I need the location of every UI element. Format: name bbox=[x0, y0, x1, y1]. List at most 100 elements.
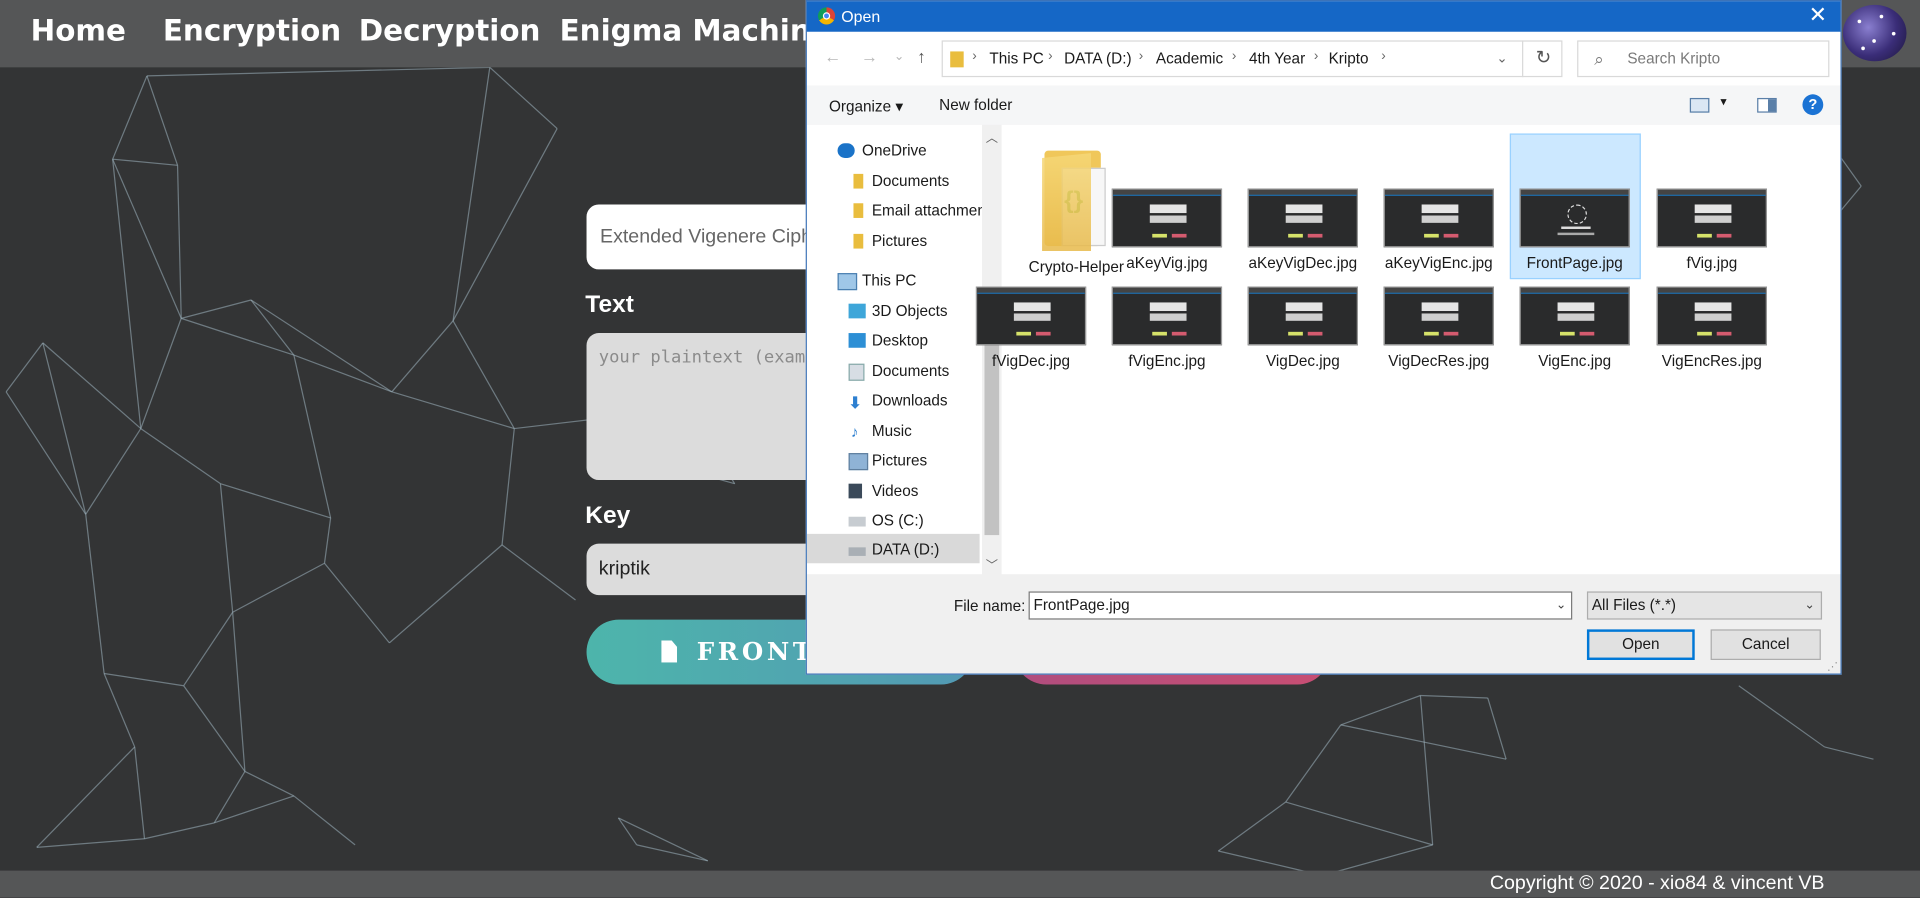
breadcrumb-this-pc[interactable]: This PC bbox=[989, 50, 1043, 67]
page: Home Encryption Decryption Enigma Machin… bbox=[0, 0, 1920, 898]
file-name-label: File name: bbox=[953, 597, 1026, 615]
file-name: aKeyVigEnc.jpg bbox=[1384, 254, 1493, 272]
organize-button[interactable]: Organize ▾ bbox=[829, 97, 903, 115]
back-icon[interactable]: ← bbox=[824, 47, 841, 67]
image-thumbnail bbox=[1247, 286, 1358, 346]
nav-this-pc[interactable]: This PC bbox=[837, 272, 916, 291]
nav-enigma-machine[interactable]: Enigma Machine bbox=[560, 13, 831, 47]
chevron-down-icon[interactable]: ⌄ bbox=[1496, 50, 1507, 66]
nav-downloads[interactable]: ⬇ Downloads bbox=[849, 392, 948, 412]
chevron-down-icon[interactable]: ﹀ bbox=[986, 555, 998, 573]
network-line bbox=[214, 795, 295, 824]
footer: Copyright © 2020 - xio84 & vincent VB bbox=[0, 870, 1920, 898]
file-item[interactable]: VigEncRes.jpg bbox=[1647, 286, 1777, 370]
nav-label: Email attachmen bbox=[871, 202, 983, 220]
cancel-button[interactable]: Cancel bbox=[1710, 629, 1821, 661]
network-line bbox=[1340, 694, 1421, 726]
nav-documents[interactable]: Documents bbox=[848, 362, 949, 381]
network-line bbox=[183, 685, 246, 772]
nav-onedrive-pictures[interactable]: Pictures bbox=[853, 233, 927, 250]
nav-email-attachments[interactable]: Email attachmen bbox=[853, 202, 983, 220]
file-item[interactable]: fVig.jpg bbox=[1647, 188, 1777, 272]
file-item[interactable]: aKeyVigEnc.jpg bbox=[1374, 188, 1504, 272]
network-line bbox=[112, 159, 142, 429]
image-thumbnail bbox=[975, 286, 1087, 346]
chevron-down-icon[interactable]: ⌄ bbox=[1556, 593, 1566, 619]
nav-encryption[interactable]: Encryption bbox=[163, 13, 341, 47]
refresh-icon[interactable]: ↻ bbox=[1522, 40, 1564, 78]
nav-decryption[interactable]: Decryption bbox=[359, 13, 541, 47]
network-line bbox=[232, 612, 246, 772]
open-button[interactable]: Open bbox=[1586, 629, 1695, 661]
file-item[interactable]: aKeyVigDec.jpg bbox=[1238, 188, 1368, 272]
recent-locations-icon[interactable]: ⌄ bbox=[894, 50, 904, 63]
network-line bbox=[388, 544, 503, 644]
plaintext-textarea[interactable]: your plaintext (example bbox=[586, 333, 832, 481]
nav-label: Documents bbox=[871, 172, 950, 190]
network-line bbox=[85, 514, 105, 674]
address-bar[interactable]: › This PC › DATA (D:) › Academic › 4th Y… bbox=[941, 40, 1563, 78]
nav-os-c[interactable]: OS (C:) bbox=[848, 512, 924, 529]
close-icon[interactable]: ✕ bbox=[1809, 2, 1827, 28]
breadcrumb-data-d[interactable]: DATA (D:) bbox=[1064, 50, 1131, 67]
new-folder-button[interactable]: New folder bbox=[939, 97, 1012, 114]
copyright-text: Copyright © 2020 - xio84 & vincent VB bbox=[1489, 873, 1825, 894]
nav-home[interactable]: Home bbox=[31, 13, 126, 47]
help-icon[interactable]: ? bbox=[1802, 94, 1824, 116]
network-line bbox=[103, 673, 136, 748]
file-item[interactable]: FrontPage.jpg bbox=[1510, 188, 1640, 272]
resize-grip-icon[interactable]: ⋰ bbox=[1827, 660, 1838, 673]
nav-onedrive-documents[interactable]: Documents bbox=[853, 172, 950, 190]
chevron-up-icon[interactable]: ︿ bbox=[986, 127, 998, 145]
view-icon[interactable] bbox=[1689, 97, 1710, 113]
file-item[interactable]: VigDecRes.jpg bbox=[1374, 286, 1504, 370]
folder-icon bbox=[950, 51, 964, 68]
view-dropdown-icon[interactable]: ▾ bbox=[1720, 96, 1726, 109]
file-icon bbox=[661, 640, 678, 663]
nav-onedrive[interactable]: OneDrive bbox=[837, 142, 927, 159]
key-input[interactable]: kriptik bbox=[586, 543, 832, 596]
nav-videos[interactable]: Videos bbox=[848, 482, 918, 500]
nav-desktop[interactable]: Desktop bbox=[848, 331, 928, 349]
breadcrumb-academic[interactable]: Academic bbox=[1156, 50, 1223, 67]
image-thumbnail bbox=[1519, 188, 1630, 248]
up-icon[interactable]: ↑ bbox=[917, 47, 926, 67]
drive-icon bbox=[848, 547, 866, 556]
search-box[interactable]: ⌕ Search Kripto bbox=[1577, 40, 1830, 78]
file-name: VigEncRes.jpg bbox=[1661, 352, 1762, 370]
file-item[interactable]: fVigEnc.jpg bbox=[1102, 286, 1232, 370]
key-label: Key bbox=[585, 502, 631, 529]
file-type-select[interactable]: All Files (*.*) ⌄ bbox=[1586, 591, 1823, 620]
chevron-right-icon: › bbox=[1381, 48, 1386, 64]
network-line bbox=[1738, 685, 1825, 748]
file-item[interactable]: aKeyVig.jpg bbox=[1102, 188, 1232, 272]
avatar[interactable] bbox=[1842, 4, 1907, 62]
file-item[interactable]: VigDec.jpg bbox=[1238, 286, 1368, 370]
image-thumbnail bbox=[1656, 286, 1767, 346]
search-placeholder: Search Kripto bbox=[1627, 50, 1721, 68]
file-name: FrontPage.jpg bbox=[1526, 254, 1623, 272]
network-line bbox=[293, 795, 356, 846]
network-line bbox=[1285, 724, 1342, 803]
breadcrumb-4th-year[interactable]: 4th Year bbox=[1249, 50, 1305, 67]
nav-3d-objects[interactable]: 3D Objects bbox=[848, 302, 948, 320]
breadcrumb-kripto[interactable]: Kripto bbox=[1329, 50, 1369, 67]
file-name-input[interactable]: FrontPage.jpg ⌄ bbox=[1028, 591, 1573, 620]
drive-icon bbox=[848, 516, 866, 527]
nav-data-d[interactable]: DATA (D:) bbox=[848, 541, 939, 558]
image-thumbnail bbox=[1656, 188, 1767, 248]
nav-music[interactable]: ♪ Music bbox=[851, 422, 912, 440]
forward-icon[interactable]: → bbox=[861, 47, 878, 67]
dialog-title-bar[interactable]: Open ✕ bbox=[806, 1, 1841, 32]
network-line bbox=[219, 483, 234, 613]
preview-pane-icon[interactable] bbox=[1757, 97, 1777, 113]
network-line bbox=[501, 428, 515, 545]
nav-pictures[interactable]: Pictures bbox=[848, 452, 927, 471]
file-item[interactable]: fVigDec.jpg bbox=[966, 286, 1096, 370]
chevron-right-icon: › bbox=[1048, 48, 1053, 64]
network-line bbox=[1285, 801, 1433, 846]
file-item[interactable]: VigEnc.jpg bbox=[1510, 286, 1640, 370]
network-line bbox=[250, 299, 295, 356]
network-line bbox=[42, 342, 87, 515]
nav-label: Desktop bbox=[871, 331, 928, 349]
